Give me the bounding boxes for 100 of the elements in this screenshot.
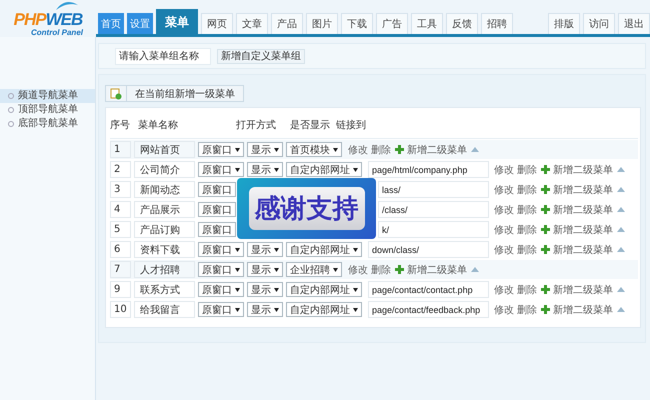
nav-tab[interactable]: 工具 [411, 13, 443, 34]
edit-link[interactable]: 修改 [348, 262, 368, 276]
nav-tab[interactable]: 反馈 [446, 13, 478, 34]
move-up-icon[interactable] [617, 287, 625, 292]
move-up-icon[interactable] [617, 247, 625, 252]
delete-link[interactable]: 删除 [371, 262, 391, 276]
delete-link[interactable]: 删除 [517, 162, 537, 176]
open-mode-select[interactable]: 原窗口 [198, 182, 236, 197]
edit-link[interactable]: 修改 [494, 222, 514, 236]
order-field[interactable]: 9 [110, 281, 131, 298]
delete-link[interactable]: 删除 [371, 142, 391, 156]
add-submenu-link[interactable]: 新增二级菜单 [541, 202, 613, 216]
sidebar-item[interactable]: 顶部导航菜单 [0, 103, 95, 117]
delete-link[interactable]: 删除 [517, 222, 537, 236]
edit-link[interactable]: 修改 [494, 302, 514, 316]
open-mode-select[interactable]: 原窗口 [198, 302, 244, 317]
delete-link[interactable]: 删除 [517, 302, 537, 316]
link-url-field[interactable]: lass/ [378, 181, 489, 198]
visibility-select[interactable]: 显示 [247, 262, 283, 277]
link-type-select[interactable]: 自定内部网址 [286, 162, 362, 177]
move-up-icon[interactable] [617, 307, 625, 312]
visibility-select[interactable]: 显示 [247, 142, 283, 157]
add-submenu-link[interactable]: 新增二级菜单 [395, 142, 467, 156]
add-submenu-link[interactable]: 新增二级菜单 [395, 262, 467, 276]
open-mode-select[interactable]: 原窗口 [198, 202, 236, 217]
open-mode-select[interactable]: 原窗口 [198, 282, 244, 297]
link-url-field[interactable]: page/contact/contact.php [368, 281, 489, 298]
link-type-select[interactable]: 自定内部网址 [286, 242, 362, 257]
link-url-field[interactable]: down/class/ [368, 241, 489, 258]
delete-link[interactable]: 删除 [517, 202, 537, 216]
open-mode-select[interactable]: 原窗口 [198, 142, 244, 157]
add-submenu-link[interactable]: 新增二级菜单 [541, 182, 613, 196]
order-field[interactable]: 5 [110, 221, 131, 238]
add-submenu-link[interactable]: 新增二级菜单 [541, 302, 613, 316]
edit-link[interactable]: 修改 [348, 142, 368, 156]
add-submenu-link[interactable]: 新增二级菜单 [541, 282, 613, 296]
nav-tab[interactable]: 菜单 [156, 9, 198, 34]
menu-name-field[interactable]: 人才招聘 [134, 261, 195, 278]
link-type-select[interactable]: 自定内部网址 [286, 282, 362, 297]
menu-name-field[interactable]: 产品展示 [134, 201, 195, 218]
menu-name-field[interactable]: 公司简介 [134, 161, 195, 178]
delete-link[interactable]: 删除 [517, 282, 537, 296]
nav-tab[interactable]: 招聘 [481, 13, 513, 34]
order-field[interactable]: 3 [110, 181, 131, 198]
open-mode-select[interactable]: 原窗口 [198, 222, 236, 237]
visibility-select[interactable]: 显示 [247, 282, 283, 297]
menu-name-field[interactable]: 产品订购 [134, 221, 195, 238]
move-up-icon[interactable] [617, 227, 625, 232]
nav-tab[interactable]: 网页 [201, 13, 233, 34]
sidebar-item[interactable]: 频道导航菜单 [0, 89, 95, 103]
link-type-select[interactable]: 企业招聘 [286, 262, 342, 277]
order-field[interactable]: 10 [110, 301, 131, 318]
edit-link[interactable]: 修改 [494, 282, 514, 296]
link-url-field[interactable]: page/contact/feedback.php [368, 301, 489, 318]
menu-name-field[interactable]: 网站首页 [134, 141, 195, 158]
group-name-field[interactable]: 请输入菜单组名称 [115, 48, 211, 64]
add-submenu-link[interactable]: 新增二级菜单 [541, 222, 613, 236]
move-up-icon[interactable] [617, 187, 625, 192]
move-up-icon[interactable] [617, 207, 625, 212]
open-mode-select[interactable]: 原窗口 [198, 242, 244, 257]
order-field[interactable]: 2 [110, 161, 131, 178]
visibility-select[interactable]: 显示 [247, 302, 283, 317]
edit-link[interactable]: 修改 [494, 182, 514, 196]
delete-link[interactable]: 删除 [517, 242, 537, 256]
open-mode-select[interactable]: 原窗口 [198, 262, 244, 277]
link-url-field[interactable]: /class/ [378, 201, 489, 218]
menu-name-field[interactable]: 新闻动态 [134, 181, 195, 198]
order-field[interactable]: 6 [110, 241, 131, 258]
nav-tab[interactable]: 排版 [548, 13, 580, 34]
move-up-icon[interactable] [471, 267, 479, 272]
sidebar-item[interactable]: 底部导航菜单 [0, 117, 95, 131]
link-type-select[interactable]: 自定内部网址 [286, 302, 362, 317]
visibility-select[interactable]: 显示 [247, 242, 283, 257]
edit-link[interactable]: 修改 [494, 242, 514, 256]
edit-link[interactable]: 修改 [494, 162, 514, 176]
link-url-field[interactable]: page/html/company.php [368, 161, 489, 178]
add-menu-button[interactable]: 在当前组新增一级菜单 [105, 85, 244, 102]
menu-name-field[interactable]: 资料下载 [134, 241, 195, 258]
edit-link[interactable]: 修改 [494, 202, 514, 216]
nav-tab[interactable]: 文章 [236, 13, 268, 34]
move-up-icon[interactable] [471, 147, 479, 152]
order-field[interactable]: 1 [110, 141, 131, 158]
add-submenu-link[interactable]: 新增二级菜单 [541, 162, 613, 176]
nav-tab[interactable]: 产品 [271, 13, 303, 34]
nav-tab[interactable]: 图片 [306, 13, 338, 34]
add-group-button[interactable]: 新增自定义菜单组 [217, 48, 305, 64]
link-url-field[interactable]: k/ [378, 221, 489, 238]
move-up-icon[interactable] [617, 167, 625, 172]
nav-tab[interactable]: 广告 [376, 13, 408, 34]
link-type-select[interactable]: 首页模块 [286, 142, 342, 157]
menu-name-field[interactable]: 给我留言 [134, 301, 195, 318]
nav-tab[interactable]: 访问 [583, 13, 615, 34]
delete-link[interactable]: 删除 [517, 182, 537, 196]
visibility-select[interactable]: 显示 [247, 162, 283, 177]
nav-tab[interactable]: 下载 [341, 13, 373, 34]
menu-name-field[interactable]: 联系方式 [134, 281, 195, 298]
open-mode-select[interactable]: 原窗口 [198, 162, 244, 177]
nav-tab[interactable]: 退出 [618, 13, 650, 34]
order-field[interactable]: 7 [110, 261, 131, 278]
order-field[interactable]: 4 [110, 201, 131, 218]
